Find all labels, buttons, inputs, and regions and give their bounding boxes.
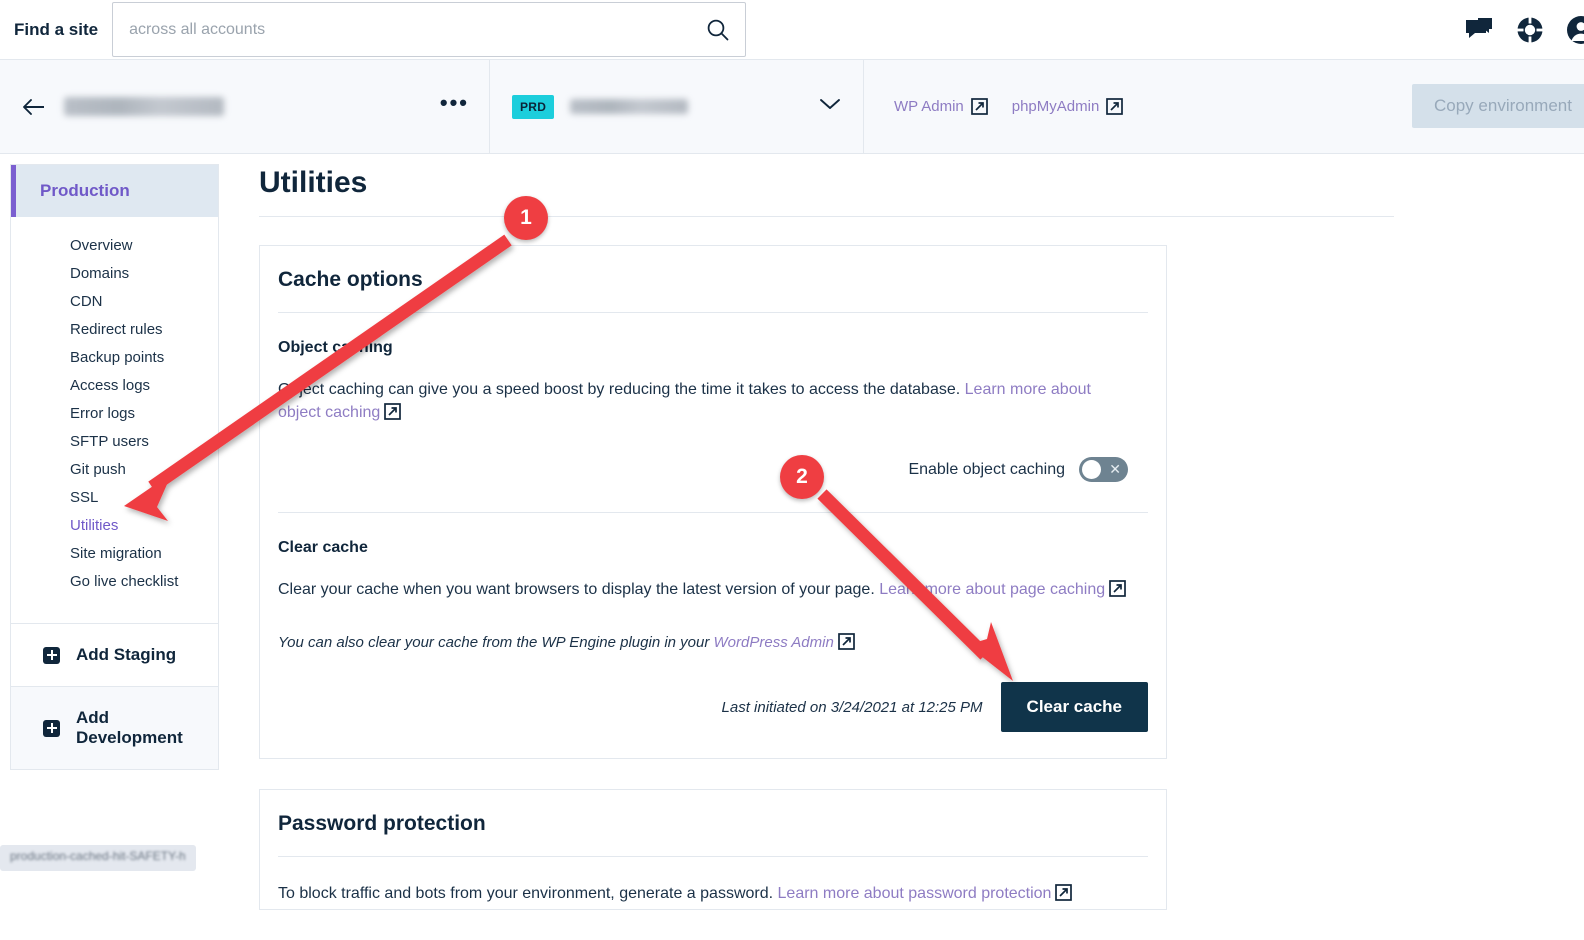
copy-environment-button[interactable]: Copy environment [1412,84,1584,128]
search-icon [707,19,729,40]
cache-options-title: Cache options [278,268,423,291]
add-staging-label: Add Staging [76,645,177,664]
object-caching-heading: Object caching [278,339,393,356]
object-caching-toggle-label: Enable object caching [908,460,1065,478]
life-ring-help-icon[interactable] [1516,16,1544,44]
external-link-icon [1106,98,1124,115]
clear-cache-body-text: Clear your cache when you want browsers … [278,581,880,599]
sidebar-header-production[interactable]: Production [11,165,218,217]
add-development-button[interactable]: Add Development [10,687,219,770]
sidebar-item-git-push[interactable]: Git push [11,455,218,483]
site-more-options-button[interactable]: ••• [440,91,469,116]
password-protection-body-text: To block traffic and bots from your envi… [278,885,778,903]
sidebar-item-redirect-rules[interactable]: Redirect rules [11,315,218,343]
sidebar-item-go-live-checklist[interactable]: Go live checklist [11,567,218,595]
global-top-bar: Find a site [0,0,1584,60]
chevron-down-icon [819,97,841,116]
sidebar-item-domains[interactable]: Domains [11,259,218,287]
external-link-icon[interactable] [1109,580,1126,605]
clear-cache-action-row: Last initiated on 3/24/2021 at 12:25 PM … [278,654,1148,758]
sidebar-item-overview[interactable]: Overview [11,231,218,259]
sidebar-item-utilities[interactable]: Utilities [11,511,218,539]
search-button[interactable] [691,3,745,56]
environment-badge: PRD [512,94,555,119]
add-staging-button[interactable]: Add Staging [10,624,219,687]
sidebar-item-backup-points[interactable]: Backup points [11,343,218,371]
add-development-label: Add Development [76,708,183,747]
title-divider [259,216,1394,217]
chat-icon[interactable] [1464,17,1494,43]
password-protection-card: Password protection To block traffic and… [259,789,1167,910]
sidebar-item-sftp-users[interactable]: SFTP users [11,427,218,455]
bottom-status-stub-text: production-cached-hit-SAFETY-h [10,849,186,863]
wp-plugin-note-prefix: You can also clear your cache from the W… [278,634,714,652]
back-arrow-icon[interactable] [22,97,46,117]
toggle-knob [1082,460,1101,480]
object-caching-toggle[interactable]: ✕ [1079,457,1128,483]
wp-admin-link[interactable]: WP Admin [894,98,988,115]
sidebar-item-cdn[interactable]: CDN [11,287,218,315]
sidebar-item-site-migration[interactable]: Site migration [11,539,218,567]
object-caching-description: Object caching can give you a speed boos… [278,379,1134,427]
plus-icon [43,646,60,664]
external-link-icon[interactable] [384,402,402,428]
page-title: Utilities [259,166,368,199]
object-caching-section: Object caching Object caching can give y… [278,313,1148,512]
user-avatar-icon[interactable] [1566,15,1584,45]
environment-name-redacted [570,99,689,114]
object-caching-toggle-row: Enable object caching ✕ [278,427,1148,512]
password-protection-description: To block traffic and bots from your envi… [278,883,1134,909]
phpmyadmin-link[interactable]: phpMyAdmin [1012,98,1124,115]
external-link-icon[interactable] [1055,884,1073,909]
phpmyadmin-label: phpMyAdmin [1011,98,1100,115]
sidebar-item-access-logs[interactable]: Access logs [11,371,218,399]
annotation-marker-1-number: 1 [520,206,532,229]
clear-cache-heading: Clear cache [278,539,368,557]
password-protection-title: Password protection [278,812,486,836]
page-caching-link-label: Learn more about page caching [879,581,1106,599]
clear-cache-button[interactable]: Clear cache [1000,682,1148,733]
production-nav-card: Production Overview Domains CDN Redirect… [10,164,219,624]
clear-cache-description: Clear your cache when you want browsers … [278,579,1134,605]
password-protection-section: To block traffic and bots from your envi… [278,857,1148,909]
wordpress-admin-label: WordPress Admin [713,634,834,652]
main-content: Utilities Cache options Object caching O… [229,154,1584,940]
environment-header-bar: ••• PRD WP Admin phpMyAdmin Copy environ… [0,60,1584,154]
sidebar-item-error-logs[interactable]: Error logs [11,399,218,427]
toggle-off-x-icon: ✕ [1109,461,1121,478]
annotation-marker-2: 2 [780,455,824,499]
annotation-marker-1: 1 [504,196,548,240]
last-initiated-text: Last initiated on 3/24/2021 at 12:25 PM [721,698,983,716]
clear-cache-section: Clear cache Clear your cache when you wa… [278,513,1148,758]
search-input[interactable] [113,3,692,56]
site-search-container [112,2,747,57]
object-caching-body-text: Object caching can give you a speed boos… [278,381,965,398]
page-body: Production Overview Domains CDN Redirect… [0,154,1584,940]
wp-plugin-note: You can also clear your cache from the W… [278,633,1148,654]
wordpress-admin-link[interactable]: WordPress Admin [714,634,834,651]
password-protection-link-label: Learn more about password protection [777,885,1052,903]
site-breadcrumb: ••• [0,60,490,153]
sidebar-nav-list: Overview Domains CDN Redirect rules Back… [11,217,218,623]
environment-selector[interactable]: PRD [490,60,864,153]
annotation-marker-2-number: 2 [796,465,808,488]
cache-options-card: Cache options Object caching Object cach… [259,245,1167,760]
page-caching-learn-more-link[interactable]: Learn more about page caching [879,581,1105,598]
find-a-site-label: Find a site [14,19,99,39]
sidebar-item-ssl[interactable]: SSL [11,483,218,511]
external-link-icon[interactable] [837,633,855,654]
wp-admin-label: WP Admin [894,98,964,115]
site-name-redacted [64,97,224,116]
external-link-icon [970,98,988,115]
password-protection-learn-more-link[interactable]: Learn more about password protection [778,885,1052,902]
environment-sidebar: Production Overview Domains CDN Redirect… [0,154,229,770]
environment-quick-links: WP Admin phpMyAdmin Copy environment [864,60,1584,153]
bottom-status-stub: production-cached-hit-SAFETY-h [0,845,196,871]
top-bar-icon-group [1464,0,1584,60]
plus-icon [43,719,60,737]
